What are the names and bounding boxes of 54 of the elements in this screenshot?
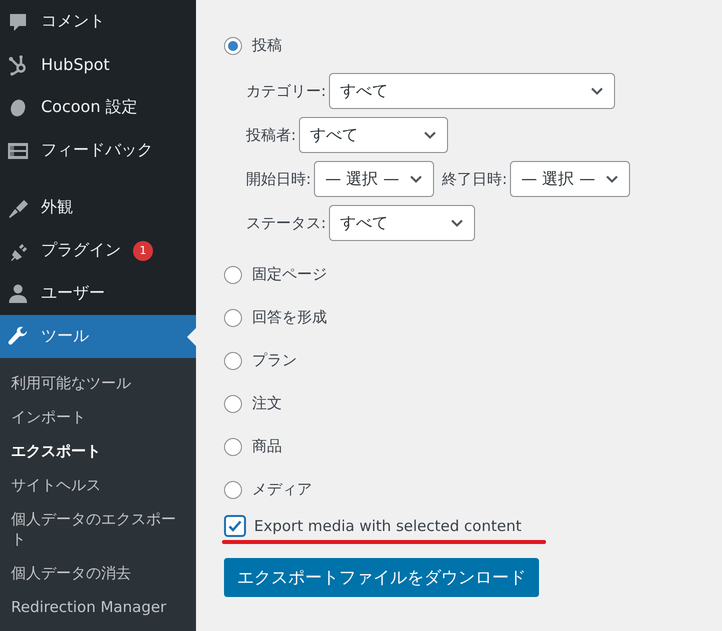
submenu-item[interactable]: サイトヘルス — [0, 468, 196, 502]
wrench-icon — [7, 326, 29, 348]
dropdown[interactable]: — 選択 — — [314, 161, 434, 197]
submenu-item[interactable]: 個人データの消去 — [0, 556, 196, 590]
menu-label: ユーザー — [41, 283, 105, 304]
submenu-item[interactable]: 利用可能なツール — [0, 366, 196, 400]
radio-button[interactable] — [224, 480, 242, 498]
menu-item[interactable]: 外観 — [0, 186, 196, 229]
menu-label: ツール — [41, 326, 89, 347]
submenu-item[interactable]: Redirection Manager — [0, 590, 196, 624]
filter-label: 投稿者: — [246, 126, 296, 144]
submenu-item[interactable]: エクスポート — [0, 434, 196, 468]
dropdown[interactable]: すべて — [329, 205, 476, 241]
menu-label: プラグイン — [41, 240, 121, 261]
radio-label[interactable]: 注文 — [252, 394, 282, 413]
menu-label: コメント — [41, 11, 105, 32]
radio-label[interactable]: 回答を形成 — [252, 308, 327, 327]
radio-button[interactable] — [224, 308, 242, 326]
filter-label: 開始日時: — [246, 170, 312, 188]
submenu-item[interactable]: インポート — [0, 400, 196, 434]
radio-label[interactable]: 投稿 — [252, 36, 282, 55]
menu-item[interactable]: コメント — [0, 0, 196, 43]
radio-button[interactable] — [224, 394, 242, 412]
checkbox-label[interactable]: Export media with selected content — [254, 517, 522, 535]
filter-label: カテゴリー: — [246, 82, 326, 100]
radio-label[interactable]: 商品 — [252, 437, 282, 456]
radio-button[interactable] — [224, 352, 242, 370]
dropdown[interactable]: — 選択 — — [510, 161, 630, 197]
dropdown[interactable]: すべて — [329, 73, 616, 109]
radio-label[interactable]: プラン — [252, 351, 297, 370]
radio-label[interactable]: メディア — [252, 480, 312, 499]
update-count-badge: 1 — [133, 240, 153, 260]
menu-item[interactable]: プラグイン 1 — [0, 229, 196, 272]
radio-button[interactable] — [224, 438, 242, 456]
menu-label: Cocoon 設定 — [41, 97, 138, 118]
filter-label: ステータス: — [246, 214, 326, 232]
filter-label: 終了日時: — [442, 170, 508, 188]
submenu-item[interactable]: 個人データのエクスポート — [0, 502, 196, 556]
checkbox[interactable] — [224, 515, 246, 537]
menu-item[interactable]: ユーザー — [0, 272, 196, 315]
radio-label[interactable]: 固定ページ — [252, 265, 327, 284]
menu-label: 外観 — [41, 197, 73, 218]
menu-item[interactable]: HubSpot — [0, 43, 196, 86]
menu-item[interactable]: Cocoon 設定 — [0, 86, 196, 129]
menu-label: フィードバック — [41, 140, 153, 161]
menu-item[interactable]: フィードバック — [0, 129, 196, 172]
menu-label: HubSpot — [41, 55, 110, 74]
radio-button[interactable] — [224, 36, 242, 54]
download-button[interactable]: エクスポートファイルをダウンロード — [224, 558, 539, 597]
checkmark-icon — [227, 518, 243, 534]
radio-button[interactable] — [224, 266, 242, 284]
user-icon — [7, 282, 29, 304]
dropdown[interactable]: すべて — [299, 117, 448, 153]
menu-item[interactable]: ツール — [0, 315, 196, 358]
